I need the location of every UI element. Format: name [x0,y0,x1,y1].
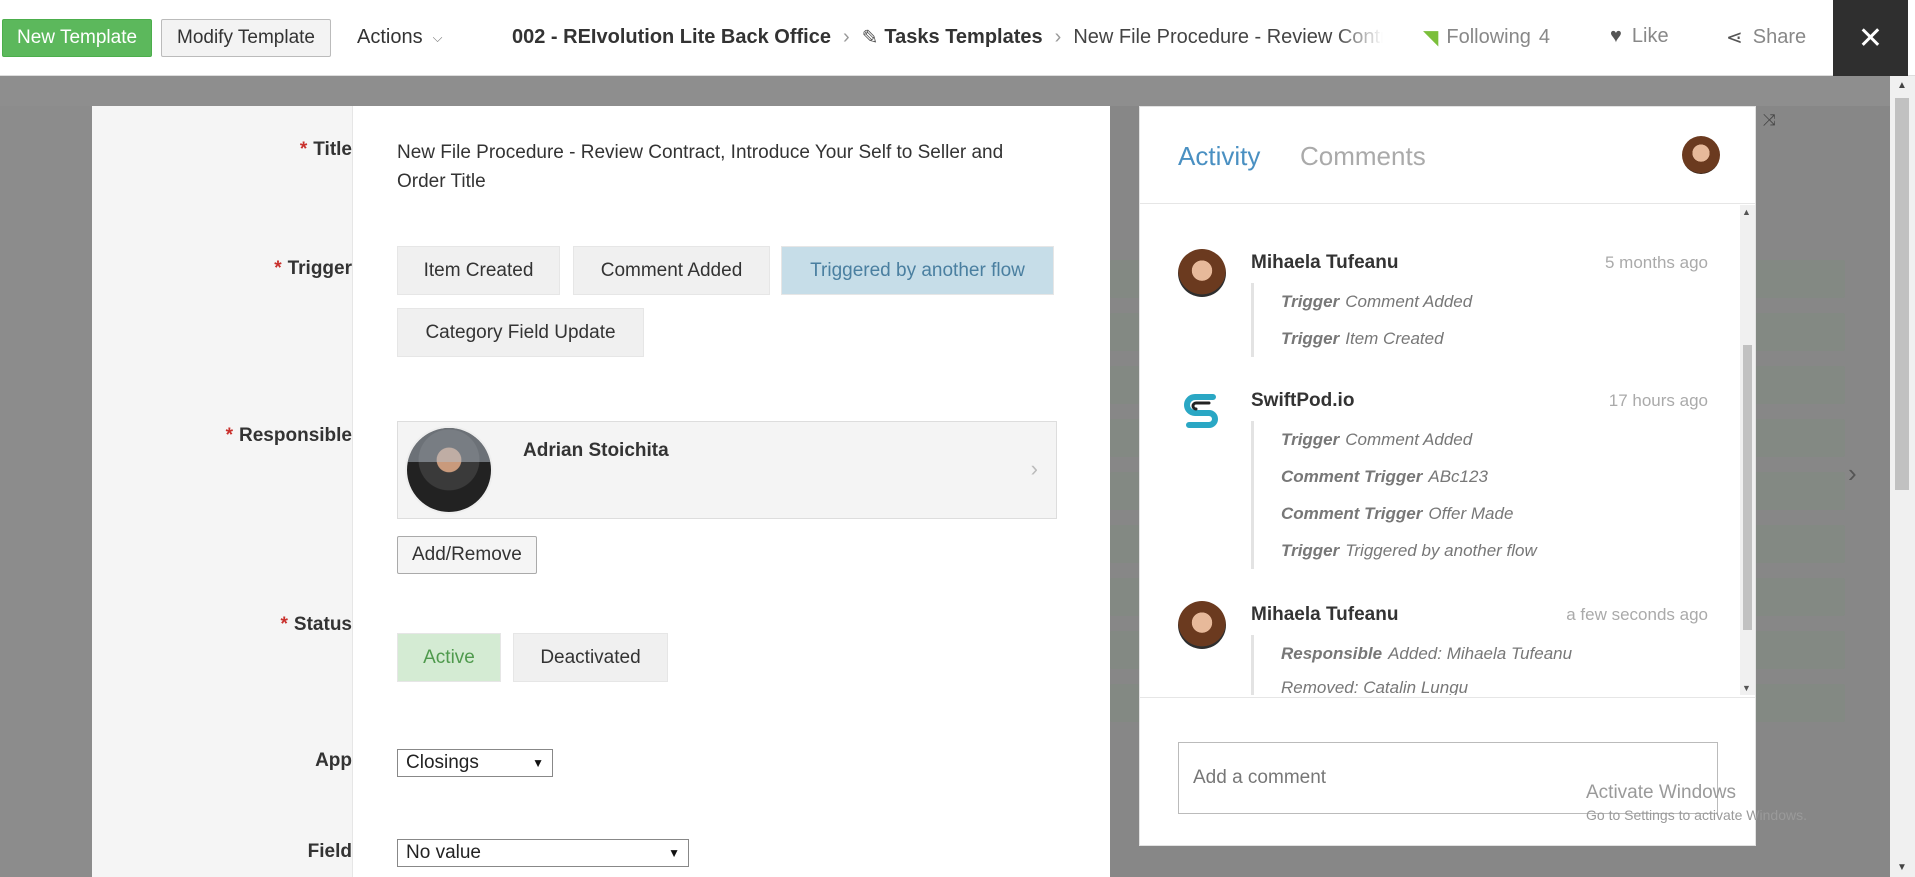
tab-comments[interactable]: Comments [1300,141,1426,172]
app-select-value: Closings [406,752,479,773]
change-line: Comment Trigger Offer Made [1281,504,1514,523]
chevron-right-icon[interactable]: › [1848,458,1857,489]
entry-author[interactable]: Mihaela Tufeanu [1251,252,1398,274]
following-count: 4 [1538,26,1550,48]
page-scrollbar[interactable]: ▲ ▼ [1890,76,1915,877]
watermark-title: Activate Windows [1586,782,1736,803]
dropdown-arrow-icon: ▼ [532,756,544,770]
title-label: * Title [299,139,352,160]
status-label: * Status [280,614,352,635]
trigger-category-field-update[interactable]: Category Field Update [397,308,644,357]
chevron-right-icon: › [1030,456,1038,481]
windows-activation-watermark: Activate Windows Go to Settings to activ… [1586,782,1807,823]
entry-author[interactable]: Mihaela Tufeanu [1251,604,1398,626]
template-form: * Title * Trigger * Responsible * Status App… [92,106,1110,877]
responsible-name: Adrian Stoichita [523,440,669,461]
app-select[interactable]: Closings ▼ [397,749,553,777]
heart-icon: ♥ [1610,25,1622,47]
trigger-item-created[interactable]: Item Created [397,246,560,295]
chevron-down-icon: ⌵ [432,29,443,45]
add-remove-button[interactable]: Add/Remove [397,536,537,574]
trigger-comment-added[interactable]: Comment Added [573,246,770,295]
tab-activity[interactable]: Activity [1178,141,1260,172]
entry-changes: Trigger Comment Added Comment Trigger ABc1… [1251,421,1537,569]
breadcrumb-item: New File Procedure - Review Contract, In… [1073,26,1383,48]
breadcrumb: 002 - REIvolution Lite Back Office › ✎ T… [512,25,1383,50]
scroll-down-icon[interactable]: ▼ [1742,683,1751,693]
activity-entry: Mihaela Tufeanu 5 months ago Trigger Comm… [1178,249,1708,389]
breadcrumb-app[interactable]: Tasks Templates [884,26,1042,49]
responsible-card[interactable]: Adrian Stoichita › [397,421,1057,519]
entry-time: a few seconds ago [1566,605,1708,624]
title-value[interactable]: New File Procedure - Review Contract, In… [397,138,1037,196]
close-icon[interactable]: ✕ [1833,0,1908,76]
following-label: Following [1446,26,1531,48]
activity-tabs: Activity Comments [1140,107,1755,204]
avatar [1178,249,1226,297]
actions-label: Actions [357,26,423,48]
status-deactivated[interactable]: Deactivated [513,633,668,682]
trigger-label: * Trigger [274,258,352,279]
scroll-up-icon[interactable]: ▲ [1742,207,1751,217]
avatar[interactable] [1682,136,1720,174]
share-icon: ⋖ [1726,27,1743,49]
breadcrumb-workspace[interactable]: 002 - REIvolution Lite Back Office [512,26,831,49]
avatar [405,426,493,514]
change-line: Comment Trigger ABc123 [1281,467,1488,486]
entry-time: 5 months ago [1604,253,1708,272]
app-label: App [315,750,352,771]
dropdown-arrow-icon: ▼ [668,846,680,860]
swiftpod-logo-icon [1178,387,1226,435]
background-left-panel [0,106,92,877]
scrollbar-thumb[interactable] [1743,345,1752,630]
new-template-button[interactable]: New Template [2,19,153,57]
change-line: Trigger Item Created [1281,329,1444,348]
scroll-down-icon[interactable]: ▼ [1897,862,1907,873]
scrollbar-thumb[interactable] [1895,98,1909,490]
chevron-right-icon: › [842,26,850,48]
field-select-value: No value [406,842,481,863]
share-button[interactable]: ⋖ Share [1726,25,1806,50]
modify-template-button[interactable]: Modify Template [161,19,331,57]
change-line: Responsible Added: Mihaela Tufeanu [1281,644,1573,663]
change-line: Trigger Comment Added [1281,292,1473,311]
rss-icon: ◥ [1423,27,1439,49]
top-bar: New Template Modify Template Actions ⌵ 0… [0,0,1915,76]
activity-entry: SwiftPod.io 17 hours ago Trigger Comment … [1178,387,1708,587]
like-button[interactable]: ♥ Like [1610,25,1669,48]
change-line: Trigger Comment Added [1281,430,1473,449]
entry-author[interactable]: SwiftPod.io [1251,390,1354,412]
activity-scrollbar[interactable]: ▲ ▼ [1740,205,1755,695]
activity-entry: Mihaela Tufeanu a few seconds ago Respon… [1178,601,1708,695]
responsible-label: * Responsible [225,425,352,446]
change-line: Removed: Catalin Lungu [1281,678,1469,695]
trigger-another-flow[interactable]: Triggered by another flow [781,246,1054,295]
background-app-nav [0,76,1890,106]
avatar [1178,601,1226,649]
magic-wand-icon: ✎ [861,27,879,49]
shuffle-icon[interactable]: ⤨ [1763,112,1776,130]
field-select[interactable]: No value ▼ [397,839,689,867]
entry-changes: Trigger Comment Added Trigger Item Created [1251,283,1472,357]
activity-panel: Activity Comments Mihaela Tufeanu 5 mont… [1139,106,1756,846]
change-line: Trigger Triggered by another flow [1281,541,1537,560]
watermark-subtitle: Go to Settings to activate Windows. [1586,807,1807,823]
entry-time: 17 hours ago [1608,391,1708,410]
following-button[interactable]: ◥ Following 4 [1423,25,1550,50]
actions-menu[interactable]: Actions ⌵ [357,26,442,49]
field-label: Field [307,841,352,862]
scroll-up-icon[interactable]: ▲ [1897,80,1907,91]
activity-feed: Mihaela Tufeanu 5 months ago Trigger Comm… [1140,205,1740,695]
share-label: Share [1752,26,1807,48]
label-column: * Title * Trigger * Responsible * Status App… [92,106,353,877]
chevron-right-icon: › [1054,26,1062,48]
status-active[interactable]: Active [397,633,501,682]
like-label: Like [1631,25,1669,47]
entry-changes: Responsible Added: Mihaela Tufeanu Remove… [1251,635,1572,695]
